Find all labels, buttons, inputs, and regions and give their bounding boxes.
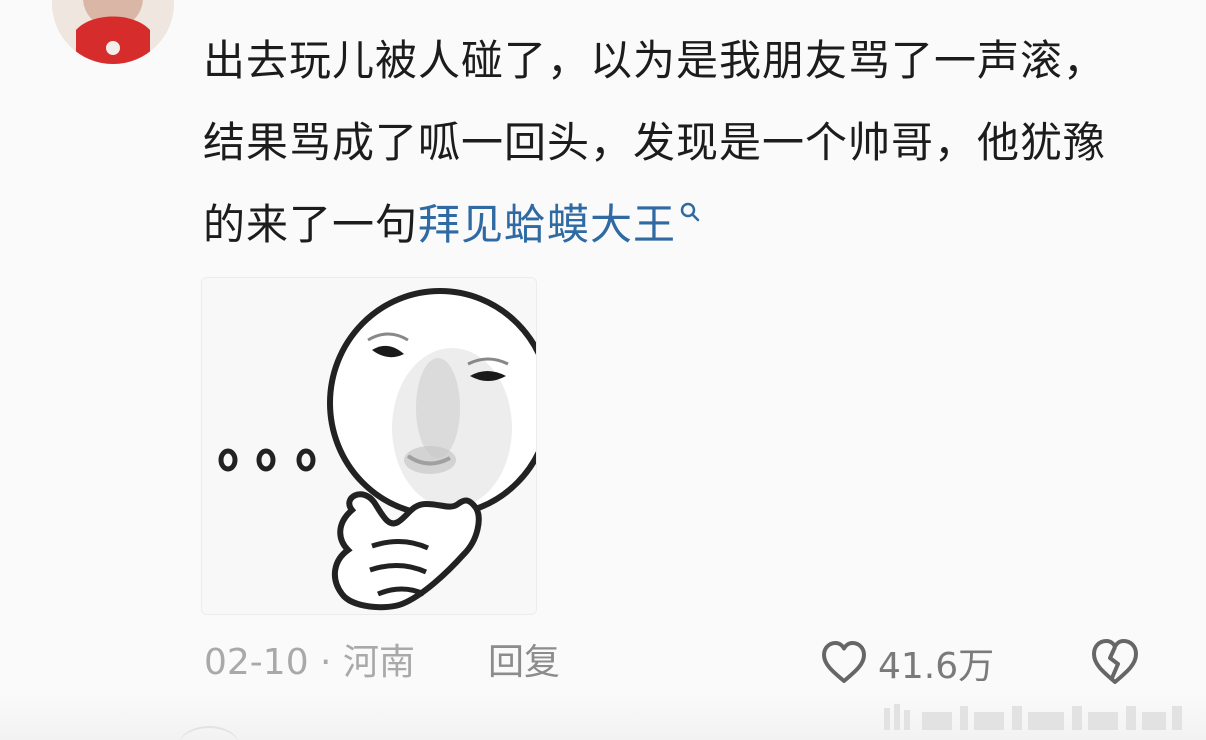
- heart-outline-icon: [822, 641, 866, 683]
- broken-heart-icon: [1092, 639, 1138, 684]
- meta-separator: ·: [308, 642, 343, 683]
- topic-link[interactable]: 拜见蛤蟆大王: [418, 200, 676, 249]
- comment-screen: 出去玩儿被人碰了，以为是我朋友骂了一声滚，结果骂成了呱一回头，发现是一个帅哥，他…: [0, 0, 1206, 740]
- search-icon[interactable]: [678, 200, 702, 224]
- watermark-mark: [884, 704, 1182, 730]
- comment-date: 02-10: [204, 642, 309, 683]
- comment-location: 河南: [342, 642, 415, 683]
- user-avatar[interactable]: [52, 0, 174, 64]
- dislike-button[interactable]: [1086, 634, 1144, 692]
- comment-body: 出去玩儿被人碰了，以为是我朋友骂了一声滚，结果骂成了呱一回头，发现是一个帅哥，他…: [203, 20, 1133, 266]
- like-button[interactable]: 41.6万: [818, 634, 994, 692]
- comment-meta: 02-10 · 河南: [204, 638, 415, 688]
- like-count: 41.6万: [878, 646, 995, 687]
- reply-button[interactable]: 回复: [488, 638, 560, 688]
- thinking-face-sticker: [202, 278, 536, 614]
- avatar-image: [52, 0, 174, 64]
- comment-image-thinking-face[interactable]: [201, 277, 537, 615]
